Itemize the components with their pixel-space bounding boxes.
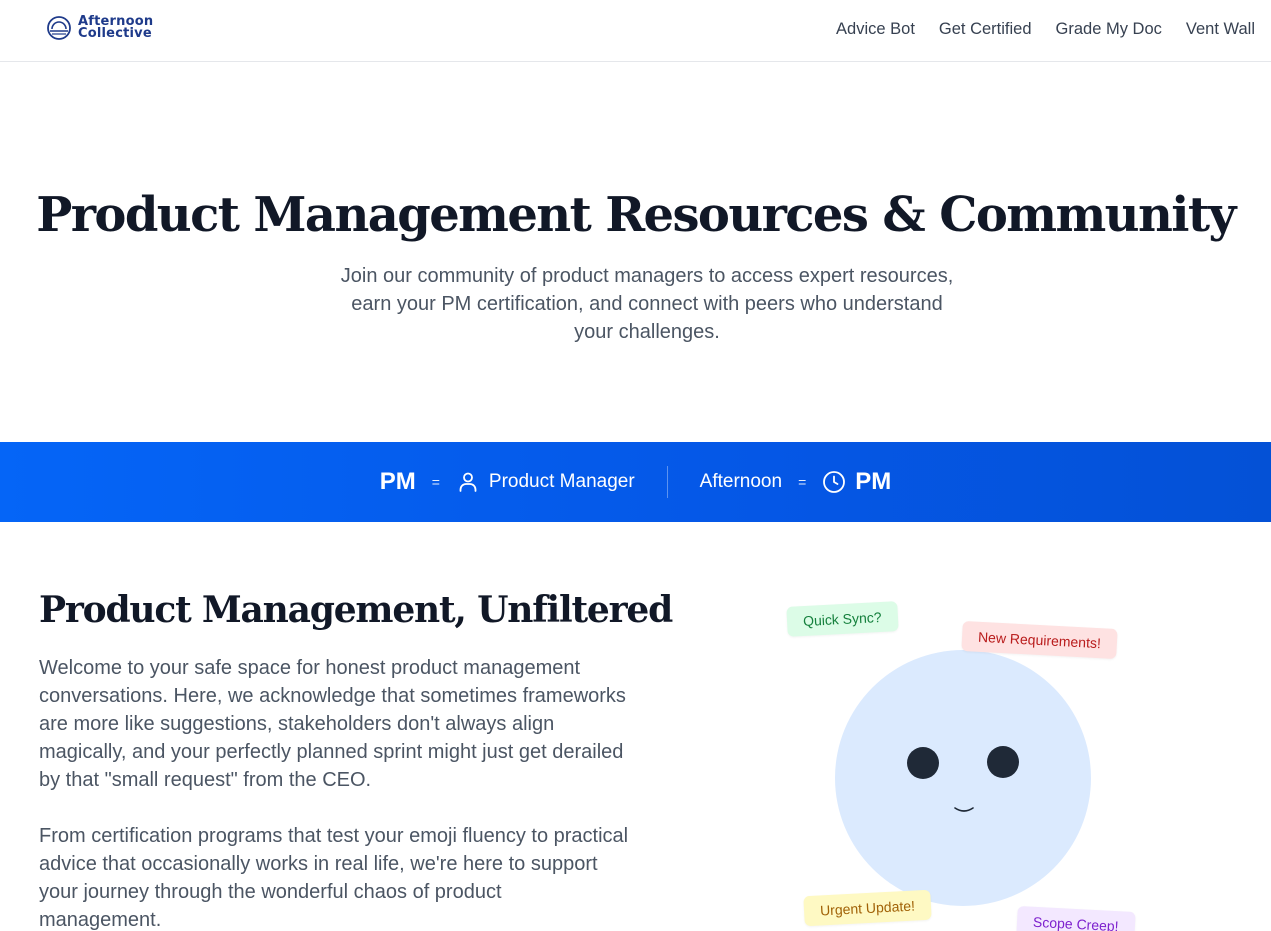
section-title: Product Management, Unfiltered bbox=[39, 589, 673, 631]
user-icon bbox=[459, 472, 477, 492]
hero-subtitle-line: your challenges. bbox=[574, 321, 720, 343]
brand-name-line2: Collective bbox=[78, 26, 152, 41]
tag-quick-sync: Quick Sync? bbox=[786, 601, 899, 637]
equals-sign: = bbox=[798, 474, 807, 490]
acronym-banner: PM = Product Manager Afternoon = PM bbox=[0, 442, 1271, 522]
sunset-logo-icon bbox=[47, 16, 71, 40]
left-eye bbox=[907, 747, 939, 779]
nav-link-get-certified[interactable]: Get Certified bbox=[939, 18, 1032, 40]
nav-link-grade-my-doc[interactable]: Grade My Doc bbox=[1056, 18, 1162, 40]
brand-name: Afternoon Collective bbox=[78, 15, 153, 41]
site-header: Afternoon Collective Advice Bot Get Cert… bbox=[0, 0, 1271, 62]
hero-subtitle-line: earn your PM certification, and connect … bbox=[351, 293, 943, 315]
brand-logo[interactable]: Afternoon Collective bbox=[46, 15, 153, 41]
tag-scope-creep: Scope Creep! bbox=[1016, 905, 1136, 931]
right-eye bbox=[987, 746, 1019, 778]
section-paragraph-support: From certification programs that test yo… bbox=[39, 825, 629, 931]
nav-link-vent-wall[interactable]: Vent Wall bbox=[1186, 18, 1255, 40]
nav-link-advice-bot[interactable]: Advice Bot bbox=[836, 18, 915, 40]
face-circle bbox=[835, 650, 1091, 906]
equals-sign: = bbox=[431, 474, 440, 490]
banner-meaning-pm: PM bbox=[855, 468, 892, 495]
banner-term-afternoon: Afternoon bbox=[699, 471, 783, 492]
banner-pm-definition: PM = Product Manager bbox=[380, 468, 635, 496]
main-nav: Advice Bot Get Certified Grade My Doc Ve… bbox=[812, 18, 1255, 40]
banner-divider bbox=[666, 466, 668, 498]
smile-mouth bbox=[954, 807, 974, 812]
hero-subtitle: Join our community of product managers t… bbox=[300, 262, 994, 346]
pm-face-illustration: Quick Sync? New Requirements! Urgent Upd… bbox=[780, 596, 1160, 931]
tag-urgent-update: Urgent Update! bbox=[803, 889, 932, 927]
banner-afternoon-definition: Afternoon = PM bbox=[700, 468, 892, 496]
banner-meaning-product-manager: Product Manager bbox=[488, 471, 635, 492]
hero-title: Product Management Resources & Community bbox=[36, 187, 1236, 243]
hero-subtitle-line: Join our community of product managers t… bbox=[340, 265, 954, 287]
banner-term-pm: PM bbox=[379, 468, 416, 495]
clock-icon bbox=[823, 471, 846, 493]
section-paragraph-intro: Welcome to your safe space for honest pr… bbox=[39, 657, 626, 791]
